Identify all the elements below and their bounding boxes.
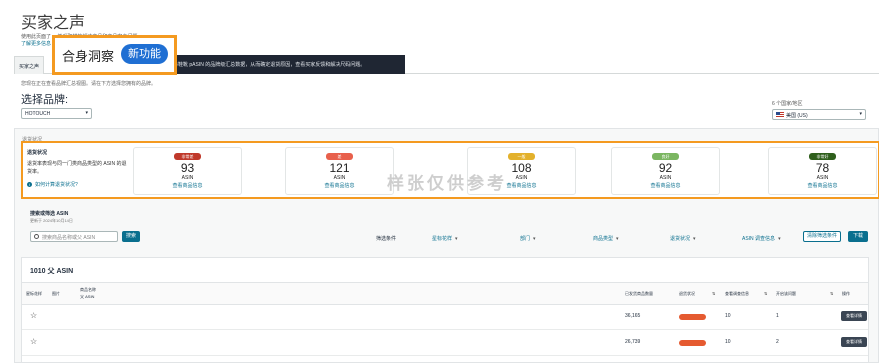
sort-icon[interactable]: ⇅ bbox=[764, 291, 767, 296]
brand-select[interactable]: HOTOUCH ▾ bbox=[21, 108, 92, 119]
return-status-text: 退货率表现与同一门类商品类型的 ASIN 的退货率。 bbox=[27, 161, 127, 175]
reviews-cell: 10 bbox=[725, 339, 731, 345]
marketplace-select[interactable]: 美国 (US) ▾ bbox=[772, 109, 866, 120]
table-row: ☆ 26,739 10 2 查看详情 bbox=[22, 331, 868, 356]
brand-select-value: HOTOUCH bbox=[25, 111, 51, 117]
download-button[interactable]: 下载 bbox=[848, 231, 868, 242]
status-pill: 非常差 bbox=[174, 153, 201, 160]
search-icon bbox=[34, 234, 39, 239]
orders-cell: 36,165 bbox=[625, 313, 641, 319]
tab-voice-of-buyer[interactable]: 买家之声 bbox=[14, 56, 44, 74]
status-card-very-poor: 非常差 93 ASIN 查看商品信息 bbox=[133, 147, 242, 195]
col-status: 退货状况 bbox=[679, 291, 695, 296]
status-card-poor: 差 121 ASIN 查看商品信息 bbox=[285, 147, 394, 195]
table-title: 1010 父 ASIN bbox=[30, 268, 74, 275]
filter-label-text: ASIN 调查信息 bbox=[742, 236, 776, 242]
marketplace-label: 6 个国家/地区 bbox=[772, 101, 803, 107]
learn-more-link[interactable]: 了解更多信息 bbox=[21, 40, 51, 47]
return-status-info: 退货状况 退货率表现与同一门类商品类型的 ASIN 的退货率。 i 如何计算退货… bbox=[27, 149, 127, 188]
return-status-heading: 退货状况 bbox=[27, 150, 48, 156]
calc-link[interactable]: i 如何计算退货状况? bbox=[27, 181, 127, 188]
fit-insights-callout[interactable]: 合身洞察 新功能 bbox=[52, 35, 177, 75]
search-button[interactable]: 搜索 bbox=[122, 231, 140, 242]
col-days: 开启该问题 bbox=[776, 291, 796, 296]
view-products-link[interactable]: 查看商品信息 bbox=[134, 182, 241, 189]
filter-label-text: 退货状况 bbox=[670, 236, 691, 242]
chevron-down-icon: ▾ bbox=[778, 236, 781, 242]
table-row: ☆ 36,165 10 1 查看详情 bbox=[22, 305, 868, 330]
filter-product-type[interactable]: 商品类型 ▾ bbox=[593, 235, 619, 242]
col-parent-asin: 父 ASIN bbox=[80, 294, 95, 299]
clear-filters-button[interactable]: 清除筛选条件 bbox=[803, 231, 841, 242]
chevron-down-icon: ▾ bbox=[616, 236, 619, 242]
filter-asin-survey[interactable]: ASIN 调查信息 ▾ bbox=[742, 235, 781, 242]
calc-link-label: 如何计算退货状况? bbox=[35, 182, 78, 188]
marketplace-select-value: 美国 (US) bbox=[786, 113, 808, 119]
reviews-cell: 10 bbox=[725, 313, 731, 319]
brand-note: 您现在正在查看品牌汇总视图。请在下方选择您拥有的品牌。 bbox=[21, 81, 157, 87]
status-unit: ASIN bbox=[333, 175, 346, 181]
status-unit: ASIN bbox=[181, 175, 194, 181]
status-badge bbox=[679, 340, 706, 346]
asin-table: 1010 父 ASIN 星标花样 图片 商品名称 父 ASIN 已发货商品数量 … bbox=[21, 257, 869, 363]
star-icon[interactable]: ☆ bbox=[30, 311, 37, 320]
filter-label: 筛选条件 bbox=[376, 236, 397, 242]
status-card-good: 良好 92 ASIN 查看商品信息 bbox=[611, 147, 720, 195]
chevron-down-icon: ▾ bbox=[693, 236, 696, 242]
status-pill: 良好 bbox=[652, 153, 679, 160]
status-badge bbox=[679, 314, 706, 320]
status-pill: 一般 bbox=[508, 153, 535, 160]
col-star: 星标花样 bbox=[26, 291, 42, 296]
page-title: 买家之声 bbox=[21, 15, 86, 32]
table-header: 星标花样 图片 商品名称 父 ASIN 已发货商品数量 退货状况 ⇅ 查看调查信… bbox=[22, 282, 868, 305]
search-heading: 搜索或筛选 ASIN bbox=[30, 211, 69, 217]
sort-icon[interactable]: ⇅ bbox=[712, 291, 715, 296]
chevron-down-icon: ▾ bbox=[533, 236, 536, 242]
status-count: 92 bbox=[658, 161, 673, 175]
col-reviews: 查看调查信息 bbox=[725, 291, 749, 296]
filter-return-status[interactable]: 退货状况 ▾ bbox=[670, 235, 696, 242]
view-details-button[interactable]: 查看详情 bbox=[841, 311, 867, 321]
col-name: 商品名称 bbox=[80, 287, 96, 292]
status-unit: ASIN bbox=[659, 175, 672, 181]
chevron-down-icon: ▾ bbox=[859, 111, 862, 117]
new-feature-badge: 新功能 bbox=[121, 44, 168, 64]
search-updated: 更新于 2024年10月14日 bbox=[30, 218, 73, 223]
search-placeholder: 搜索商品名称或父 ASIN bbox=[42, 235, 96, 241]
status-count: 93 bbox=[180, 161, 195, 175]
filter-label-text: 星标花样 bbox=[432, 236, 453, 242]
filter-star[interactable]: 星标花样 ▾ bbox=[432, 235, 458, 242]
days-cell: 2 bbox=[776, 339, 779, 345]
sort-icon[interactable]: ⇅ bbox=[830, 291, 833, 296]
status-count: 121 bbox=[329, 161, 350, 175]
status-count: 78 bbox=[815, 161, 830, 175]
search-input[interactable]: 搜索商品名称或父 ASIN bbox=[30, 231, 118, 242]
chevron-down-icon: ▾ bbox=[455, 236, 458, 242]
col-orders: 已发货商品数量 bbox=[625, 291, 653, 296]
feature-tooltip: 以查看服装与鞋靴 pASIN 的品牌级汇总数据，从而确定退货原因，查看买家反馈和… bbox=[140, 55, 405, 74]
status-pill: 非常好 bbox=[809, 153, 836, 160]
info-icon: i bbox=[27, 182, 32, 187]
filter-department[interactable]: 部门 ▾ bbox=[520, 235, 536, 242]
status-card-very-good: 非常好 78 ASIN 查看商品信息 bbox=[768, 147, 877, 195]
brand-label: 选择品牌: bbox=[21, 94, 69, 106]
star-icon[interactable]: ☆ bbox=[30, 337, 37, 346]
view-products-link[interactable]: 查看商品信息 bbox=[286, 182, 393, 189]
status-pill: 差 bbox=[326, 153, 353, 160]
view-details-button[interactable]: 查看详情 bbox=[841, 337, 867, 347]
us-flag-icon bbox=[776, 112, 784, 118]
sample-watermark: 样张仅供参考 bbox=[387, 174, 507, 193]
filter-label-text: 商品类型 bbox=[593, 236, 614, 242]
col-action: 操作 bbox=[842, 291, 850, 296]
view-products-link[interactable]: 查看商品信息 bbox=[769, 182, 876, 189]
orders-cell: 26,739 bbox=[625, 339, 641, 345]
filter-label-text: 部门 bbox=[520, 236, 531, 242]
feature-name: 合身洞察 bbox=[62, 49, 115, 64]
view-products-link[interactable]: 查看商品信息 bbox=[612, 182, 719, 189]
chevron-down-icon: ▾ bbox=[85, 110, 88, 116]
col-image: 图片 bbox=[52, 291, 60, 296]
days-cell: 1 bbox=[776, 313, 779, 319]
status-unit: ASIN bbox=[816, 175, 829, 181]
